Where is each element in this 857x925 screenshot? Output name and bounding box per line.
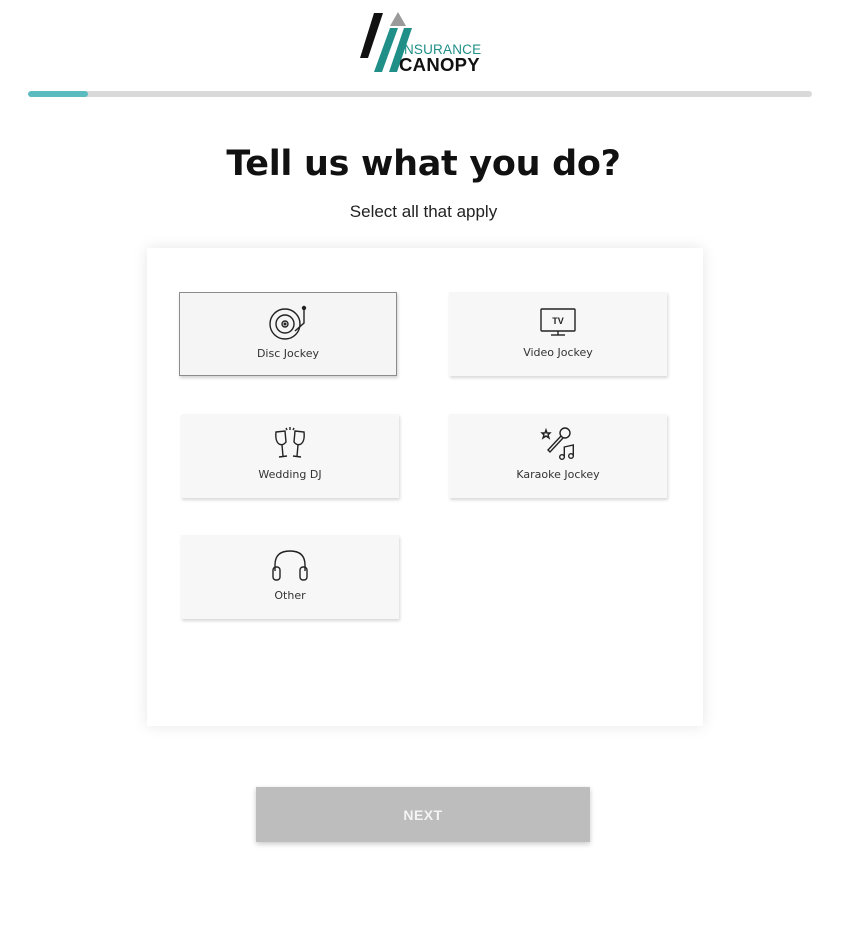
option-other[interactable]: Other xyxy=(181,535,399,619)
logo-text-canopy: CANOPY xyxy=(399,54,480,75)
page-subtitle: Select all that apply xyxy=(349,202,498,221)
option-label: Wedding DJ xyxy=(258,468,322,481)
headphones-icon xyxy=(270,547,310,583)
page-title: Tell us what you do? xyxy=(226,144,621,184)
option-karaoke-jockey[interactable]: Karaoke Jockey xyxy=(449,414,667,498)
insurance-canopy-logo[interactable]: INSURANCE CANOPY xyxy=(360,12,492,75)
option-label: Video Jockey xyxy=(523,346,593,359)
option-label: Disc Jockey xyxy=(256,347,320,360)
page: INSURANCE CANOPY Tell us what you do? Se… xyxy=(0,0,857,925)
option-label: Karaoke Jockey xyxy=(516,468,600,481)
svg-text:TV: TV xyxy=(552,316,564,326)
option-video-jockey[interactable]: TV Video Jockey xyxy=(449,292,667,376)
champagne-glasses-icon xyxy=(270,426,310,462)
progress-fill xyxy=(28,91,88,97)
turntable-icon xyxy=(268,305,308,341)
progress-bar xyxy=(28,91,812,97)
next-button[interactable]: NEXT xyxy=(256,787,590,842)
tv-icon: TV xyxy=(538,304,578,340)
option-wedding-dj[interactable]: Wedding DJ xyxy=(181,414,399,498)
options-card: Disc Jockey TV Video Jockey Wedding DJ K… xyxy=(147,248,703,726)
karaoke-mic-icon xyxy=(538,426,578,462)
option-label: Other xyxy=(274,589,306,602)
option-disc-jockey[interactable]: Disc Jockey xyxy=(179,292,397,376)
